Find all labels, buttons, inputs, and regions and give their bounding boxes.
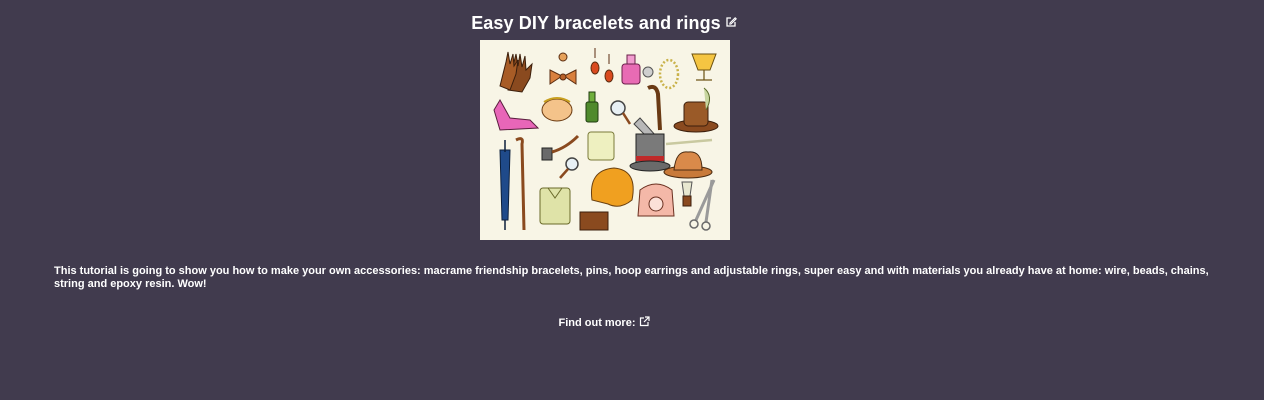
glass-block-illustration xyxy=(587,131,615,161)
earrings-illustration xyxy=(590,48,614,83)
external-link-icon[interactable] xyxy=(639,316,650,330)
shoe-illustration xyxy=(493,99,540,131)
top-hat-illustration xyxy=(629,133,671,172)
telephone-illustration xyxy=(637,183,675,217)
fedora-illustration xyxy=(663,151,713,179)
cigarette-illustration xyxy=(665,138,713,146)
find-out-more-row: Find out more: xyxy=(0,316,1208,330)
article-description: This tutorial is going to show you how t… xyxy=(54,265,1209,290)
magnifier-illustration xyxy=(610,100,632,125)
gramophone-illustration xyxy=(579,167,634,231)
find-out-more-link[interactable]: Find out more: xyxy=(559,317,636,329)
feathered-hat-illustration xyxy=(673,87,719,133)
purse-illustration xyxy=(541,97,573,122)
accessories-illustration xyxy=(480,40,730,240)
walking-stick-illustration xyxy=(515,137,526,231)
necklace-illustration xyxy=(658,58,680,90)
shirt-illustration xyxy=(539,187,571,225)
bowtie-illustration xyxy=(549,52,577,85)
scissors-illustration xyxy=(689,179,716,231)
perfume-illustration xyxy=(621,54,654,85)
pipe-illustration xyxy=(541,134,580,179)
umbrella-illustration xyxy=(499,140,511,230)
edit-icon[interactable] xyxy=(725,15,737,33)
cocktail-glass-illustration xyxy=(691,53,717,81)
page-title: Easy DIY bracelets and rings xyxy=(471,13,721,33)
shaving-brush-illustration xyxy=(681,181,693,207)
page: Easy DIY bracelets and rings This tutori… xyxy=(0,0,1264,400)
cane-illustration xyxy=(647,84,662,131)
title-row: Easy DIY bracelets and rings xyxy=(0,13,1208,34)
gloves-illustration xyxy=(499,51,533,93)
bottle-illustration xyxy=(585,91,599,123)
